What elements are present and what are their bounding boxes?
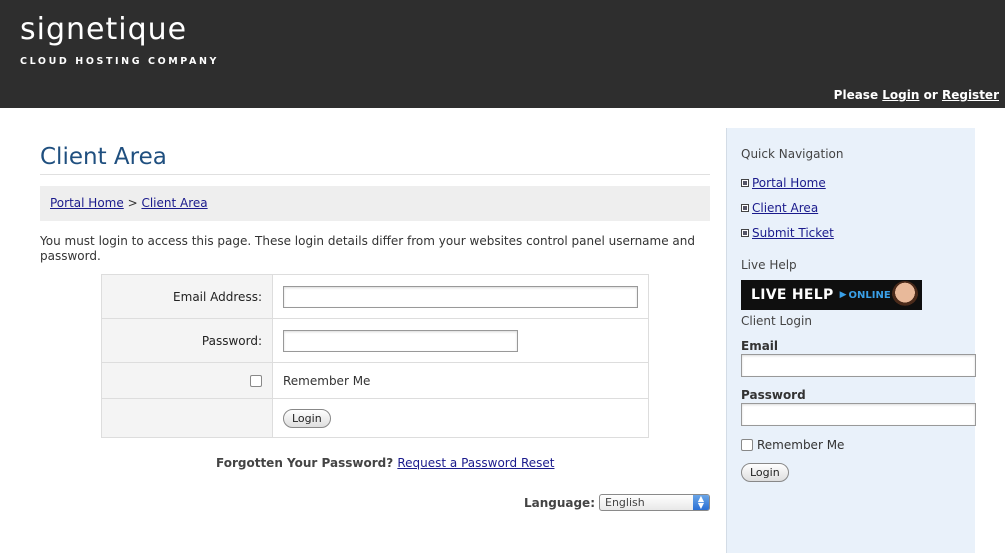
sidebar-remember-label: Remember Me	[757, 438, 845, 452]
sidebar-email-input[interactable]	[741, 354, 976, 377]
remember-me-label: Remember Me	[283, 373, 371, 388]
password-row: Password:	[102, 319, 648, 363]
login-button[interactable]: Login	[283, 408, 331, 428]
or-text: or	[923, 88, 938, 102]
support-agent-icon	[892, 281, 918, 310]
ticket-icon	[741, 229, 749, 237]
sidebar-item-client-area[interactable]: Client Area	[741, 201, 818, 215]
remember-me-checkbox[interactable]	[250, 374, 262, 387]
breadcrumb: Portal Home > Client Area	[40, 186, 710, 221]
sidebar-remember-checkbox[interactable]	[741, 439, 753, 451]
sidebar-login-button[interactable]: Login	[741, 463, 789, 482]
client-area-icon	[741, 204, 749, 212]
email-input[interactable]	[283, 285, 638, 308]
sidebar-email-label: Email	[741, 339, 779, 353]
submit-row: Login	[102, 399, 648, 437]
login-intro-text: You must login to access this page. Thes…	[40, 234, 695, 263]
email-label: Email Address:	[102, 275, 273, 318]
header-register-link[interactable]: Register	[942, 88, 999, 102]
home-icon	[741, 179, 749, 187]
main-content: Client Area Portal Home > Client Area Yo…	[40, 128, 710, 511]
live-help-banner-text: LIVE HELP	[751, 287, 834, 303]
language-select[interactable]: English ▲ ▼	[599, 494, 710, 511]
page-title: Client Area	[40, 128, 710, 175]
password-label: Password:	[102, 319, 273, 362]
sidebar-item-submit-ticket[interactable]: Submit Ticket	[741, 226, 834, 240]
live-help-banner[interactable]: LIVE HELP ▶ ONLINE	[741, 280, 922, 310]
logo[interactable]: signetique CLOUD HOSTING COMPANY	[20, 12, 219, 67]
sidebar-item-label[interactable]: Client Area	[752, 201, 818, 215]
password-reset-link[interactable]: Request a Password Reset	[397, 456, 554, 470]
live-help-status: ONLINE	[848, 289, 891, 301]
sidebar-item-portal-home[interactable]: Portal Home	[741, 176, 826, 190]
password-input[interactable]	[283, 329, 518, 352]
sidebar: Quick Navigation Portal Home Client Area…	[726, 128, 976, 553]
logo-tagline: CLOUD HOSTING COMPANY	[20, 56, 219, 67]
sidebar-password-input[interactable]	[741, 403, 976, 426]
language-value: English	[605, 496, 645, 509]
forgot-text: Forgotten Your Password?	[216, 456, 394, 470]
breadcrumb-client-area[interactable]: Client Area	[141, 196, 207, 210]
email-row: Email Address:	[102, 275, 648, 319]
login-form: Email Address: Password: Remember Me Log…	[101, 274, 649, 438]
quick-navigation-title: Quick Navigation	[741, 147, 844, 161]
sidebar-remember-me: Remember Me	[741, 438, 844, 452]
forgot-password: Forgotten Your Password? Request a Passw…	[216, 456, 554, 470]
remember-row: Remember Me	[102, 363, 648, 399]
account-links: Please Login or Register	[834, 88, 999, 102]
live-help-title: Live Help	[741, 258, 797, 272]
language-label: Language:	[523, 495, 595, 510]
language-selector: Language: English ▲ ▼	[524, 494, 710, 511]
please-text: Please	[833, 88, 879, 102]
sidebar-item-label[interactable]: Submit Ticket	[752, 226, 834, 240]
sidebar-item-label[interactable]: Portal Home	[752, 176, 826, 190]
breadcrumb-separator: >	[127, 196, 138, 210]
client-login-title: Client Login	[741, 314, 812, 328]
arrow-right-icon: ▶	[839, 290, 847, 300]
site-header: signetique CLOUD HOSTING COMPANY Please …	[0, 0, 1005, 108]
select-arrows-icon: ▲ ▼	[693, 495, 709, 510]
sidebar-password-label: Password	[741, 388, 806, 402]
logo-text: signetique	[20, 12, 188, 47]
header-login-link[interactable]: Login	[882, 88, 919, 102]
breadcrumb-portal-home[interactable]: Portal Home	[50, 196, 124, 210]
